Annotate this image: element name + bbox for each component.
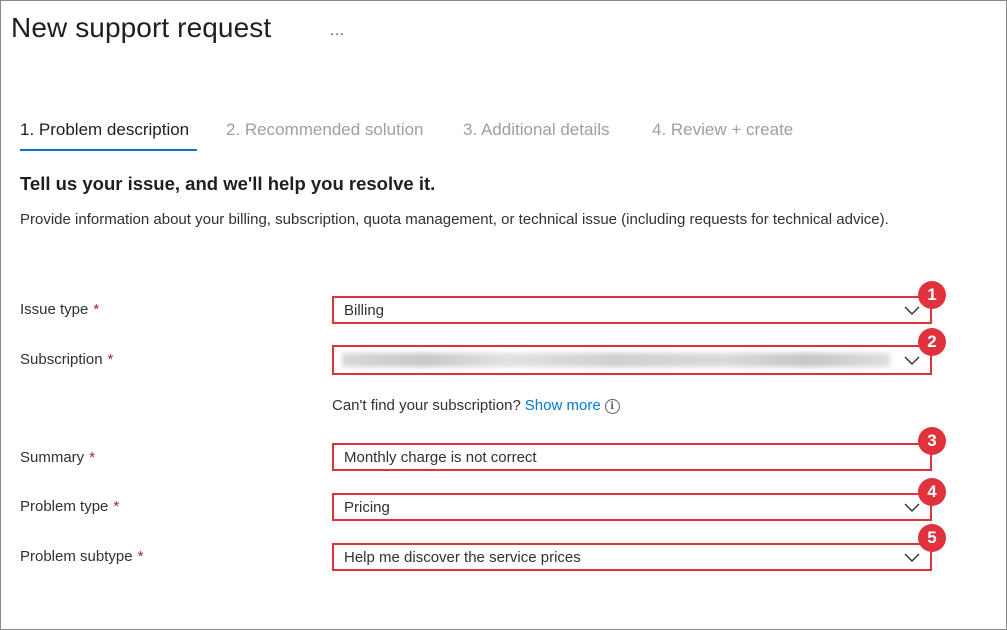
issue-type-value: Billing (344, 302, 385, 319)
callout-badge-5: 5 (918, 524, 946, 552)
issue-type-label-text: Issue type (20, 301, 89, 318)
subscription-helper: Can't find your subscription? Show more i (332, 397, 620, 414)
tab-recommended-solution[interactable]: 2. Recommended solution (226, 120, 424, 140)
page-title: New support request (11, 12, 272, 43)
more-options-icon[interactable]: … (329, 22, 346, 40)
problem-subtype-label-text: Problem subtype (20, 548, 133, 565)
problem-type-value: Pricing (344, 499, 390, 516)
callout-badge-4: 4 (918, 478, 946, 506)
tab-review-create[interactable]: 4. Review + create (652, 120, 793, 140)
summary-label-text: Summary (20, 449, 85, 466)
problem-subtype-dropdown[interactable]: Help me discover the service prices (332, 543, 932, 571)
problem-type-label: Problem type * (20, 498, 119, 515)
subscription-label-text: Subscription (20, 351, 103, 368)
issue-type-label: Issue type * (20, 301, 99, 318)
required-marker: * (93, 301, 100, 318)
info-icon[interactable]: i (604, 399, 620, 414)
helper-text: Can't find your subscription? (332, 397, 521, 414)
problem-subtype-value: Help me discover the service prices (344, 549, 581, 566)
subscription-label: Subscription * (20, 351, 113, 368)
section-description: Provide information about your billing, … (20, 211, 889, 228)
chevron-down-icon (904, 356, 920, 365)
required-marker: * (137, 548, 144, 565)
summary-value: Monthly charge is not correct (344, 449, 537, 466)
callout-badge-3: 3 (918, 427, 946, 455)
callout-badge-1: 1 (918, 281, 946, 309)
problem-type-label-text: Problem type (20, 498, 109, 515)
summary-input[interactable]: Monthly charge is not correct (332, 443, 932, 471)
show-more-link[interactable]: Show more (525, 397, 601, 414)
chevron-down-icon (904, 306, 920, 315)
chevron-down-icon (904, 553, 920, 562)
problem-subtype-label: Problem subtype * (20, 548, 143, 565)
active-tab-indicator (20, 149, 197, 151)
section-heading: Tell us your issue, and we'll help you r… (20, 173, 436, 194)
required-marker: * (89, 449, 96, 466)
chevron-down-icon (904, 503, 920, 512)
required-marker: * (107, 351, 114, 368)
blurred-subscription-value (342, 353, 890, 367)
callout-badge-2: 2 (918, 328, 946, 356)
issue-type-dropdown[interactable]: Billing (332, 296, 932, 324)
tab-additional-details[interactable]: 3. Additional details (463, 120, 610, 140)
problem-type-dropdown[interactable]: Pricing (332, 493, 932, 521)
summary-label: Summary * (20, 449, 95, 466)
required-marker: * (113, 498, 120, 515)
tab-problem-description[interactable]: 1. Problem description (20, 120, 189, 140)
subscription-dropdown[interactable] (332, 345, 932, 375)
